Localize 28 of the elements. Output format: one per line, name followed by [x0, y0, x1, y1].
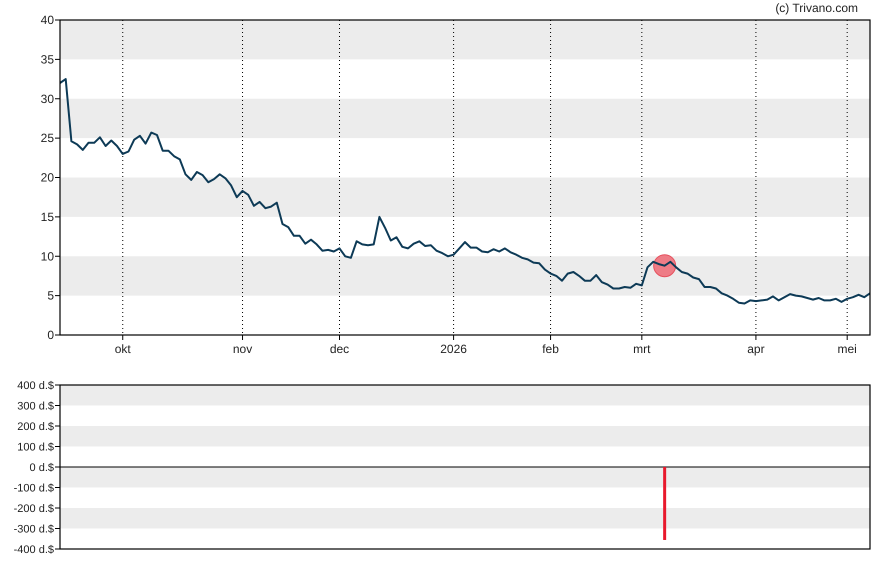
tick-label: feb [542, 342, 559, 356]
tick-label: 300 d.$ [17, 400, 54, 412]
tick-label: -200 d.$ [14, 503, 54, 515]
tick-label: 10 [40, 249, 54, 264]
tick-label: -100 d.$ [14, 482, 54, 494]
tick-label: 25 [40, 131, 54, 146]
tick-label: mrt [633, 342, 650, 356]
marker-dot [653, 254, 676, 278]
tick-label: 5 [47, 288, 54, 303]
tick-label: apr [747, 342, 765, 356]
tick-label: 0 [47, 328, 54, 342]
tick-label: 40 [40, 13, 54, 27]
copyright-credit: (c) Trivano.com [775, 1, 858, 15]
tick-label: okt [114, 342, 131, 356]
tick-label: 2026 [440, 342, 467, 356]
tick-label: 400 d.$ [17, 380, 54, 392]
tick-label: mei [838, 342, 857, 356]
tick-label: 20 [40, 170, 54, 184]
tick-label: 15 [40, 210, 54, 224]
tick-label: 35 [40, 52, 54, 66]
tick-label: -400 d.$ [14, 544, 54, 556]
tick-label: nov [232, 342, 252, 356]
tick-label: 30 [40, 92, 54, 106]
tick-label: -300 d.$ [14, 524, 54, 536]
tick-label: dec [330, 342, 350, 356]
tick-label: 200 d.$ [17, 421, 54, 433]
tick-label: 100 d.$ [17, 442, 54, 454]
tick-label: 0 d.$ [30, 462, 54, 474]
